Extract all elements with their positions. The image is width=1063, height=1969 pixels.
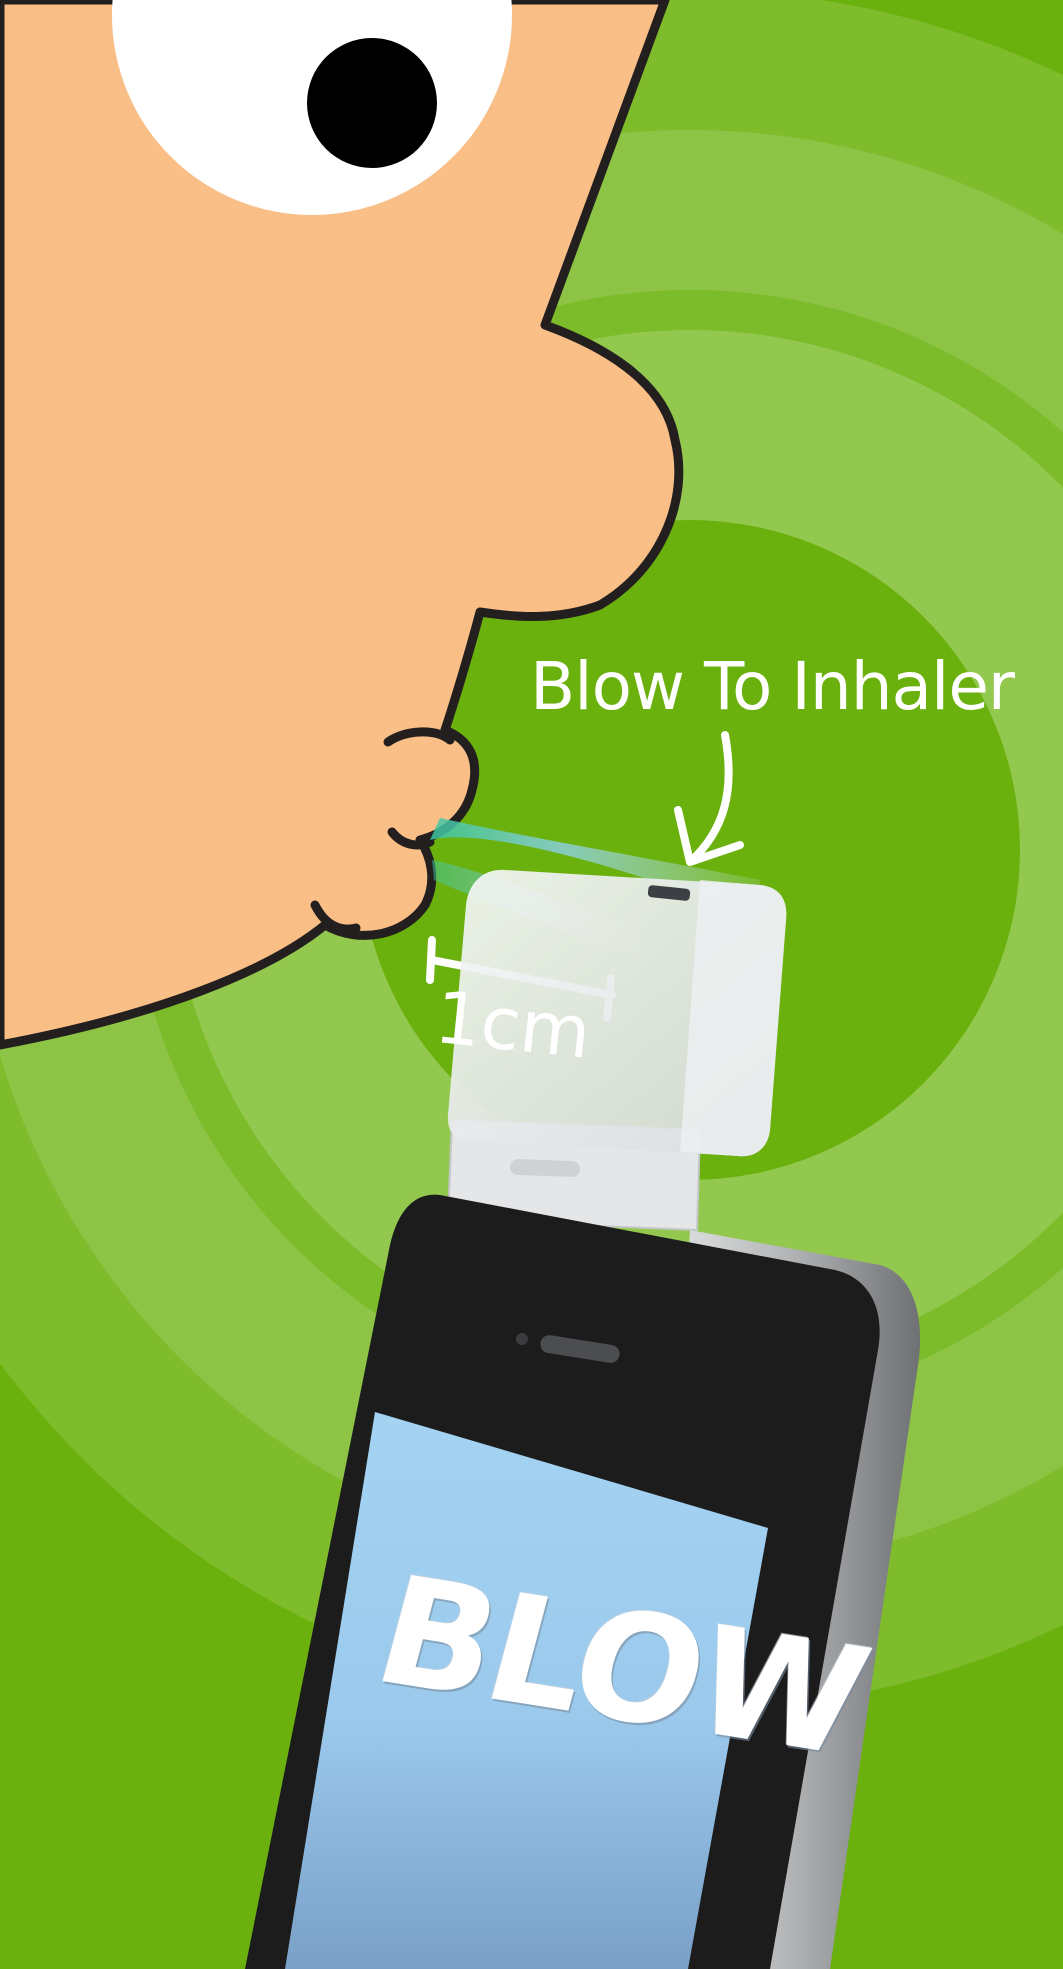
distance-label: 1cm: [431, 975, 595, 1075]
blow-to-inhaler-label: Blow To Inhaler: [530, 648, 1015, 725]
eye-icon: [307, 38, 437, 168]
illustration-scene: Blow To Inhaler 1cm BLOW: [0, 0, 1063, 1969]
inhaler-plug-slot: [510, 1159, 580, 1177]
phone-camera: [516, 1333, 528, 1345]
